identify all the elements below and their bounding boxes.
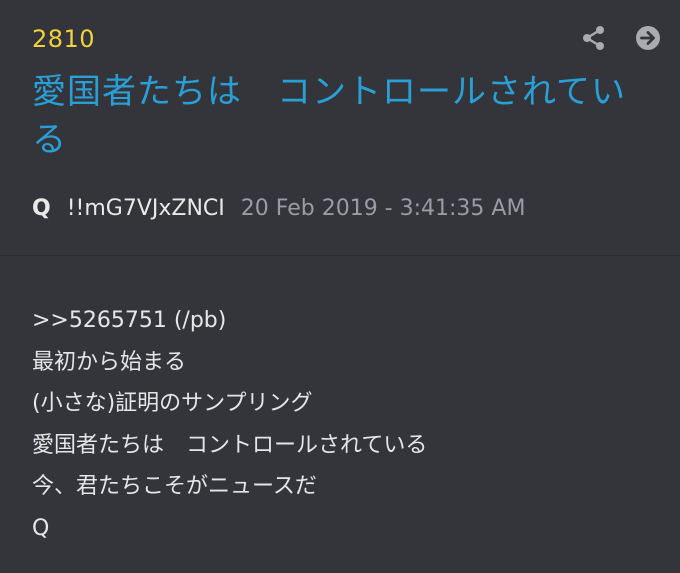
post-body-line: (小さな)証明のサンプリング (32, 391, 313, 416)
post-title: 愛国者たちは コントロールされている (32, 72, 626, 160)
post-card: 2810 愛国者たちは コントロールされている Q !!mG7VJxZNCI 2… (0, 0, 680, 573)
post-meta: Q !!mG7VJxZNCI 20 Feb 2019 - 3:41:35 AM (32, 194, 525, 224)
share-icon (583, 26, 604, 50)
post-body: >>5265751 (/pb) 最初から始まる (小さな)証明のサンプリング 愛… (0, 256, 680, 549)
open-post-button[interactable] (634, 24, 662, 52)
arrow-right-circle-icon (636, 26, 660, 50)
post-actions (580, 24, 662, 52)
author-name: Q (32, 196, 51, 221)
share-button[interactable] (580, 24, 608, 52)
post-timestamp: 20 Feb 2019 - 3:41:35 AM (240, 196, 526, 221)
post-number: 2810 (32, 25, 96, 53)
post-signature: Q (32, 515, 50, 541)
post-body-line: 最初から始まる (32, 349, 187, 375)
post-body-line: 愛国者たちは コントロールされている (32, 432, 428, 458)
post-body-line: 今、君たちこそがニュースだ (32, 474, 317, 499)
author-tripcode: !!mG7VJxZNCI (66, 196, 225, 221)
post-header: 2810 愛国者たちは コントロールされている Q !!mG7VJxZNCI 2… (0, 0, 680, 256)
post-reference-link[interactable]: >>5265751 (/pb) (32, 300, 648, 342)
